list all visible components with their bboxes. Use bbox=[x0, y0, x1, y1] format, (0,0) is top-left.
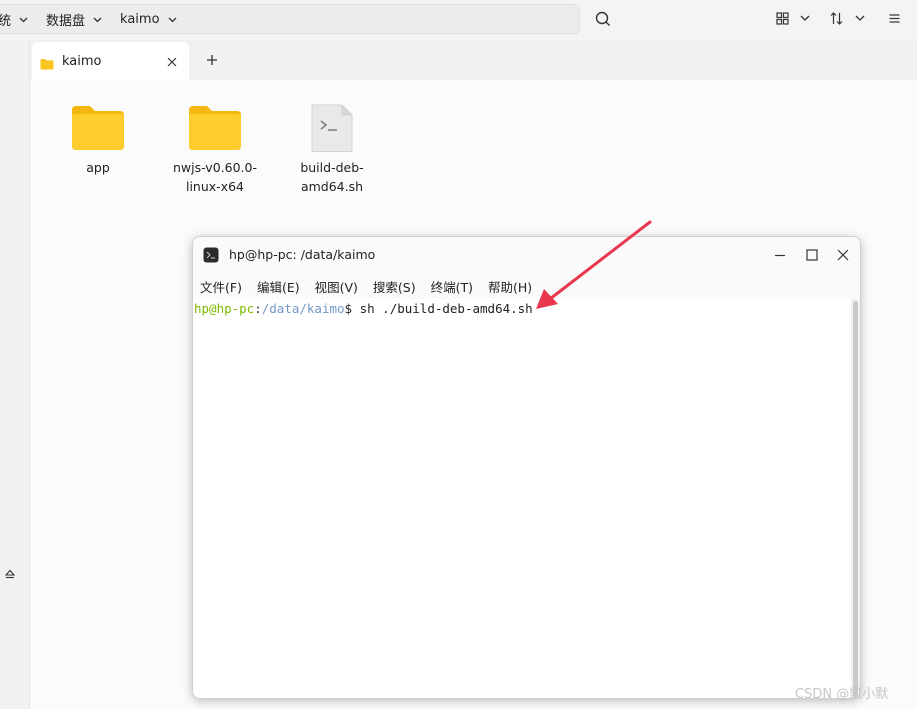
file-manager-toolbar: 统 数据盘 kaimo bbox=[0, 0, 917, 40]
sidebar bbox=[0, 40, 30, 709]
chevron-down-icon[interactable] bbox=[19, 15, 28, 24]
chevron-down-icon[interactable] bbox=[93, 15, 102, 24]
file-item-nwjs[interactable]: nwjs-v0.60.0- linux-x64 bbox=[165, 104, 265, 196]
close-icon[interactable] bbox=[165, 54, 179, 68]
breadcrumb-label: 统 bbox=[0, 13, 12, 29]
terminal-app-icon bbox=[203, 247, 219, 263]
tab-kaimo[interactable]: kaimo bbox=[32, 42, 189, 80]
terminal-scrollbar[interactable] bbox=[851, 299, 860, 698]
add-tab-icon[interactable] bbox=[204, 52, 220, 68]
tab-label: kaimo bbox=[62, 53, 102, 69]
close-icon[interactable] bbox=[834, 246, 852, 264]
terminal-title: hp@hp-pc: /data/kaimo bbox=[229, 247, 376, 262]
menu-file[interactable]: 文件(F) bbox=[200, 277, 242, 296]
chevron-down-icon[interactable] bbox=[855, 10, 865, 26]
breadcrumb-label: 数据盘 bbox=[46, 13, 86, 29]
file-item-app[interactable]: app bbox=[48, 104, 148, 177]
menu-search[interactable]: 搜索(S) bbox=[373, 277, 416, 296]
breadcrumb-label: kaimo bbox=[120, 11, 160, 27]
desktop-screen: 统 数据盘 kaimo kaimo app nwjs-v0.60.0- linu… bbox=[0, 0, 917, 709]
command-text: sh ./build-deb-amd64.sh bbox=[352, 301, 533, 316]
breadcrumb-item-kaimo[interactable]: kaimo bbox=[120, 5, 177, 33]
folder-icon bbox=[189, 106, 241, 150]
search-icon[interactable] bbox=[592, 8, 614, 30]
prompt-user-host: hp@hp-pc bbox=[194, 301, 255, 316]
file-name-line: nwjs-v0.60.0- bbox=[173, 160, 257, 175]
prompt-separator: : bbox=[254, 301, 262, 316]
terminal-titlebar[interactable]: hp@hp-pc: /data/kaimo bbox=[193, 237, 860, 273]
breadcrumb-item-system[interactable]: 统 bbox=[0, 5, 28, 33]
maximize-icon[interactable] bbox=[803, 246, 821, 264]
eject-icon[interactable] bbox=[4, 565, 16, 579]
tab-bar: kaimo bbox=[30, 40, 917, 80]
folder-icon bbox=[72, 106, 124, 150]
hamburger-menu-icon[interactable] bbox=[889, 10, 900, 26]
breadcrumb-item-data-disk[interactable]: 数据盘 bbox=[46, 5, 102, 33]
file-name: build-deb- amd64.sh bbox=[282, 158, 382, 196]
file-name: nwjs-v0.60.0- linux-x64 bbox=[165, 158, 265, 196]
scrollbar-thumb[interactable] bbox=[853, 301, 858, 698]
sort-icon[interactable] bbox=[830, 10, 843, 26]
file-name-line: amd64.sh bbox=[300, 179, 364, 194]
terminal-window[interactable]: hp@hp-pc: /data/kaimo 文件(F) 编辑(E) 视图(V) … bbox=[192, 236, 861, 699]
command-line: hp@hp-pc:/data/kaimo$ sh ./build-deb-amd… bbox=[194, 301, 533, 316]
chevron-down-icon[interactable] bbox=[168, 15, 177, 24]
menu-terminal[interactable]: 终端(T) bbox=[431, 277, 473, 296]
prompt-symbol: $ bbox=[344, 301, 353, 316]
watermark: CSDN @凯小默 bbox=[795, 687, 889, 702]
folder-icon bbox=[40, 55, 54, 70]
breadcrumb: 统 数据盘 kaimo bbox=[0, 4, 580, 34]
menu-help[interactable]: 帮助(H) bbox=[488, 277, 532, 296]
terminal-menubar: 文件(F) 编辑(E) 视图(V) 搜索(S) 终端(T) 帮助(H) bbox=[193, 273, 860, 299]
menu-edit[interactable]: 编辑(E) bbox=[257, 277, 300, 296]
annotation-arrow-icon bbox=[536, 220, 652, 309]
minimize-icon[interactable] bbox=[771, 246, 789, 264]
file-name-line: linux-x64 bbox=[185, 179, 244, 194]
file-name: app bbox=[86, 160, 110, 175]
terminal-output-area[interactable]: hp@hp-pc:/data/kaimo$ sh ./build-deb-amd… bbox=[193, 299, 853, 698]
prompt-path: /data/kaimo bbox=[261, 301, 345, 316]
grid-view-icon[interactable] bbox=[776, 10, 789, 26]
shell-script-icon bbox=[311, 104, 353, 152]
menu-view[interactable]: 视图(V) bbox=[315, 277, 358, 296]
chevron-down-icon[interactable] bbox=[800, 10, 810, 26]
file-item-build-script[interactable]: build-deb- amd64.sh bbox=[282, 104, 382, 196]
file-name-line: build-deb- bbox=[300, 160, 364, 175]
